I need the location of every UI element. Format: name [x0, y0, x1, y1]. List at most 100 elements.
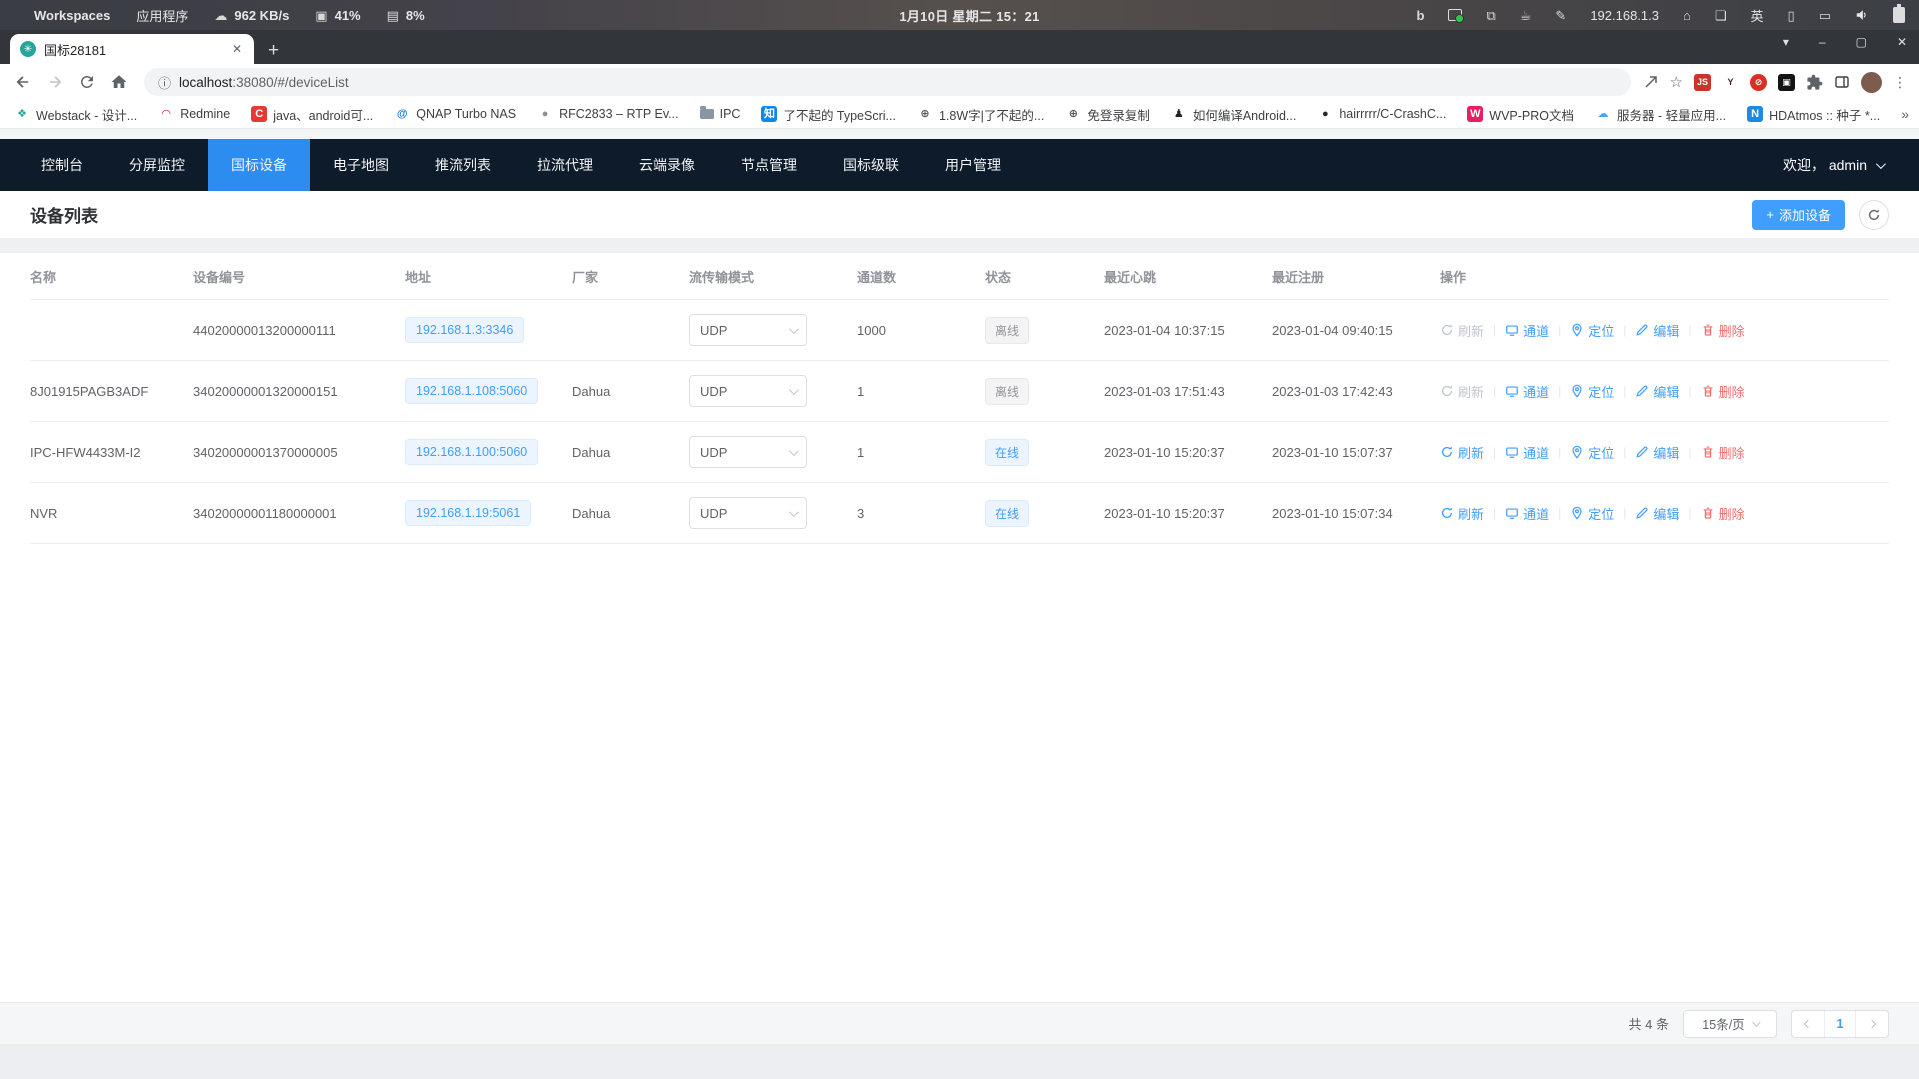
bookmark-item[interactable]: ♟如何编译Android... — [1171, 105, 1297, 124]
nav-item-9[interactable]: 国标级联 — [820, 139, 922, 191]
battery-icon[interactable] — [1893, 7, 1905, 23]
applications-menu[interactable]: 应用程序 — [136, 6, 188, 25]
github-icon: ● — [1317, 106, 1333, 122]
transport-select[interactable]: UDP — [689, 497, 807, 529]
refresh-list-button[interactable] — [1859, 200, 1889, 230]
bookmark-star-icon[interactable]: ☆ — [1670, 73, 1683, 91]
bookmark-item[interactable]: ❖Webstack - 设计... — [14, 105, 137, 124]
user-menu[interactable]: 欢迎， admin — [1783, 155, 1919, 175]
nav-item-1[interactable]: 控制台 — [18, 139, 106, 191]
share-icon[interactable] — [1643, 74, 1659, 90]
page-size-select[interactable]: 15条/页 — [1683, 1010, 1777, 1038]
edit-link[interactable]: 编辑 — [1635, 504, 1679, 523]
restore-button[interactable]: ▢ — [1856, 35, 1867, 49]
bookmark-item[interactable]: ◠Redmine — [158, 106, 230, 122]
input-method-indicator[interactable]: 英 — [1751, 6, 1764, 25]
phone-link-icon[interactable]: ▯ — [1788, 9, 1795, 22]
nav-item-6[interactable]: 拉流代理 — [514, 139, 616, 191]
tab-search-icon[interactable]: ▾ — [1783, 35, 1789, 49]
bookmark-item[interactable]: IPC — [700, 107, 741, 121]
home-button[interactable] — [106, 69, 132, 95]
side-panel-icon[interactable] — [1834, 74, 1850, 90]
locate-link[interactable]: 定位 — [1570, 382, 1614, 401]
edit-link[interactable]: 编辑 — [1635, 382, 1679, 401]
volume-icon[interactable] — [1855, 8, 1869, 22]
workspace-switcher-icon[interactable]: ❏ — [1715, 9, 1727, 22]
delete-link[interactable]: 删除 — [1701, 382, 1745, 401]
workspaces-button[interactable]: Workspaces — [34, 8, 110, 23]
delete-link[interactable]: 删除 — [1701, 321, 1745, 340]
locate-link[interactable]: 定位 — [1570, 443, 1614, 462]
op-separator: | — [1623, 506, 1626, 520]
edit-link[interactable]: 编辑 — [1635, 321, 1679, 340]
current-page-button[interactable]: 1 — [1824, 1011, 1856, 1037]
extensions-puzzle-icon[interactable] — [1806, 74, 1823, 91]
nav-item-8[interactable]: 节点管理 — [718, 139, 820, 191]
nav-item-4[interactable]: 电子地图 — [310, 139, 412, 191]
back-button[interactable] — [10, 69, 36, 95]
refresh-link[interactable]: 刷新 — [1440, 382, 1484, 401]
delete-link[interactable]: 删除 — [1701, 443, 1745, 462]
refresh-link[interactable]: 刷新 — [1440, 321, 1484, 340]
browser-menu-icon[interactable]: ⋮ — [1893, 74, 1907, 91]
nav-item-7[interactable]: 云端录像 — [616, 139, 718, 191]
transport-select[interactable]: UDP — [689, 436, 807, 468]
clock[interactable]: 1月10日 星期二 15：21 — [899, 6, 1039, 25]
clipboard-tray-icon[interactable]: ⧉ — [1486, 9, 1495, 22]
edit-link[interactable]: 编辑 — [1635, 443, 1679, 462]
channel-link[interactable]: 通道 — [1505, 504, 1549, 523]
bookmark-item[interactable]: ⊕免登录复制 — [1065, 105, 1150, 124]
chevron-down-icon — [1752, 1018, 1760, 1026]
bookmark-item[interactable]: ●RFC2833 – RTP Ev... — [537, 106, 679, 122]
browser-tab[interactable]: ✳ 国标28181 ✕ — [10, 34, 254, 64]
blocker-ext-icon[interactable]: ⊘ — [1750, 74, 1767, 91]
bookmark-item[interactable]: ☁服务器 - 轻量应用... — [1595, 105, 1726, 124]
add-device-button[interactable]: + 添加设备 — [1752, 200, 1845, 230]
tab-close-icon[interactable]: ✕ — [228, 40, 246, 58]
nav-item-10[interactable]: 用户管理 — [922, 139, 1024, 191]
refresh-link[interactable]: 刷新 — [1440, 504, 1484, 523]
channel-link[interactable]: 通道 — [1505, 382, 1549, 401]
globe-icon: ⊕ — [1065, 106, 1081, 122]
bookmark-item[interactable]: ●hairrrrr/C-CrashC... — [1317, 106, 1446, 122]
transport-select[interactable]: UDP — [689, 314, 807, 346]
nav-item-5[interactable]: 推流列表 — [412, 139, 514, 191]
delete-link[interactable]: 删除 — [1701, 504, 1745, 523]
bookmark-item[interactable]: ⊕1.8W字|了不起的... — [917, 105, 1044, 124]
display-icon[interactable]: ▭ — [1819, 9, 1831, 22]
bing-tray-icon[interactable]: b — [1417, 9, 1425, 22]
wine-glass-ext-icon[interactable]: Y — [1722, 74, 1739, 91]
picker-tray-icon[interactable]: ✎ — [1555, 9, 1566, 22]
locate-link[interactable]: 定位 — [1570, 504, 1614, 523]
nav-item-2[interactable]: 分屏监控 — [106, 139, 208, 191]
home-tray-icon[interactable]: ⌂ — [1683, 9, 1691, 22]
cell-manufacturer: Dahua — [572, 506, 689, 521]
bookmark-item[interactable]: @QNAP Turbo NAS — [394, 106, 516, 122]
address-bar[interactable]: ⓘ localhost:38080/#/deviceList — [144, 68, 1631, 96]
prev-page-button[interactable] — [1792, 1011, 1824, 1037]
address-tag: 192.168.1.100:5060 — [405, 439, 538, 465]
screenshot-tray-icon[interactable] — [1448, 9, 1462, 21]
channel-link[interactable]: 通道 — [1505, 443, 1549, 462]
bookmarks-overflow-icon[interactable]: » — [1901, 106, 1909, 122]
channel-link[interactable]: 通道 — [1505, 321, 1549, 340]
window-close-button[interactable]: ✕ — [1897, 35, 1907, 49]
transport-select[interactable]: UDP — [689, 375, 807, 407]
bookmark-item[interactable]: 知了不起的 TypeScri... — [761, 105, 896, 124]
bookmark-item[interactable]: Cjava、android可... — [251, 105, 373, 124]
locate-link[interactable]: 定位 — [1570, 321, 1614, 340]
profile-avatar[interactable] — [1861, 72, 1882, 93]
refresh-link[interactable]: 刷新 — [1440, 443, 1484, 462]
adblock-ext-icon[interactable]: ▣ — [1778, 74, 1795, 91]
bookmark-item[interactable]: NHDAtmos :: 种子 *... — [1747, 105, 1880, 124]
forward-button[interactable] — [42, 69, 68, 95]
next-page-button[interactable] — [1856, 1011, 1888, 1037]
new-tab-button[interactable]: + — [268, 41, 279, 60]
nav-item-3[interactable]: 国标设备 — [208, 139, 310, 191]
reload-button[interactable] — [74, 69, 100, 95]
coffee-tray-icon[interactable]: ☕ — [1520, 9, 1532, 22]
js-ext-icon[interactable]: JS — [1694, 74, 1711, 91]
minimize-button[interactable]: – — [1819, 35, 1826, 49]
bookmark-item[interactable]: WWVP-PRO文档 — [1467, 105, 1574, 124]
site-info-icon[interactable]: ⓘ — [158, 73, 171, 92]
